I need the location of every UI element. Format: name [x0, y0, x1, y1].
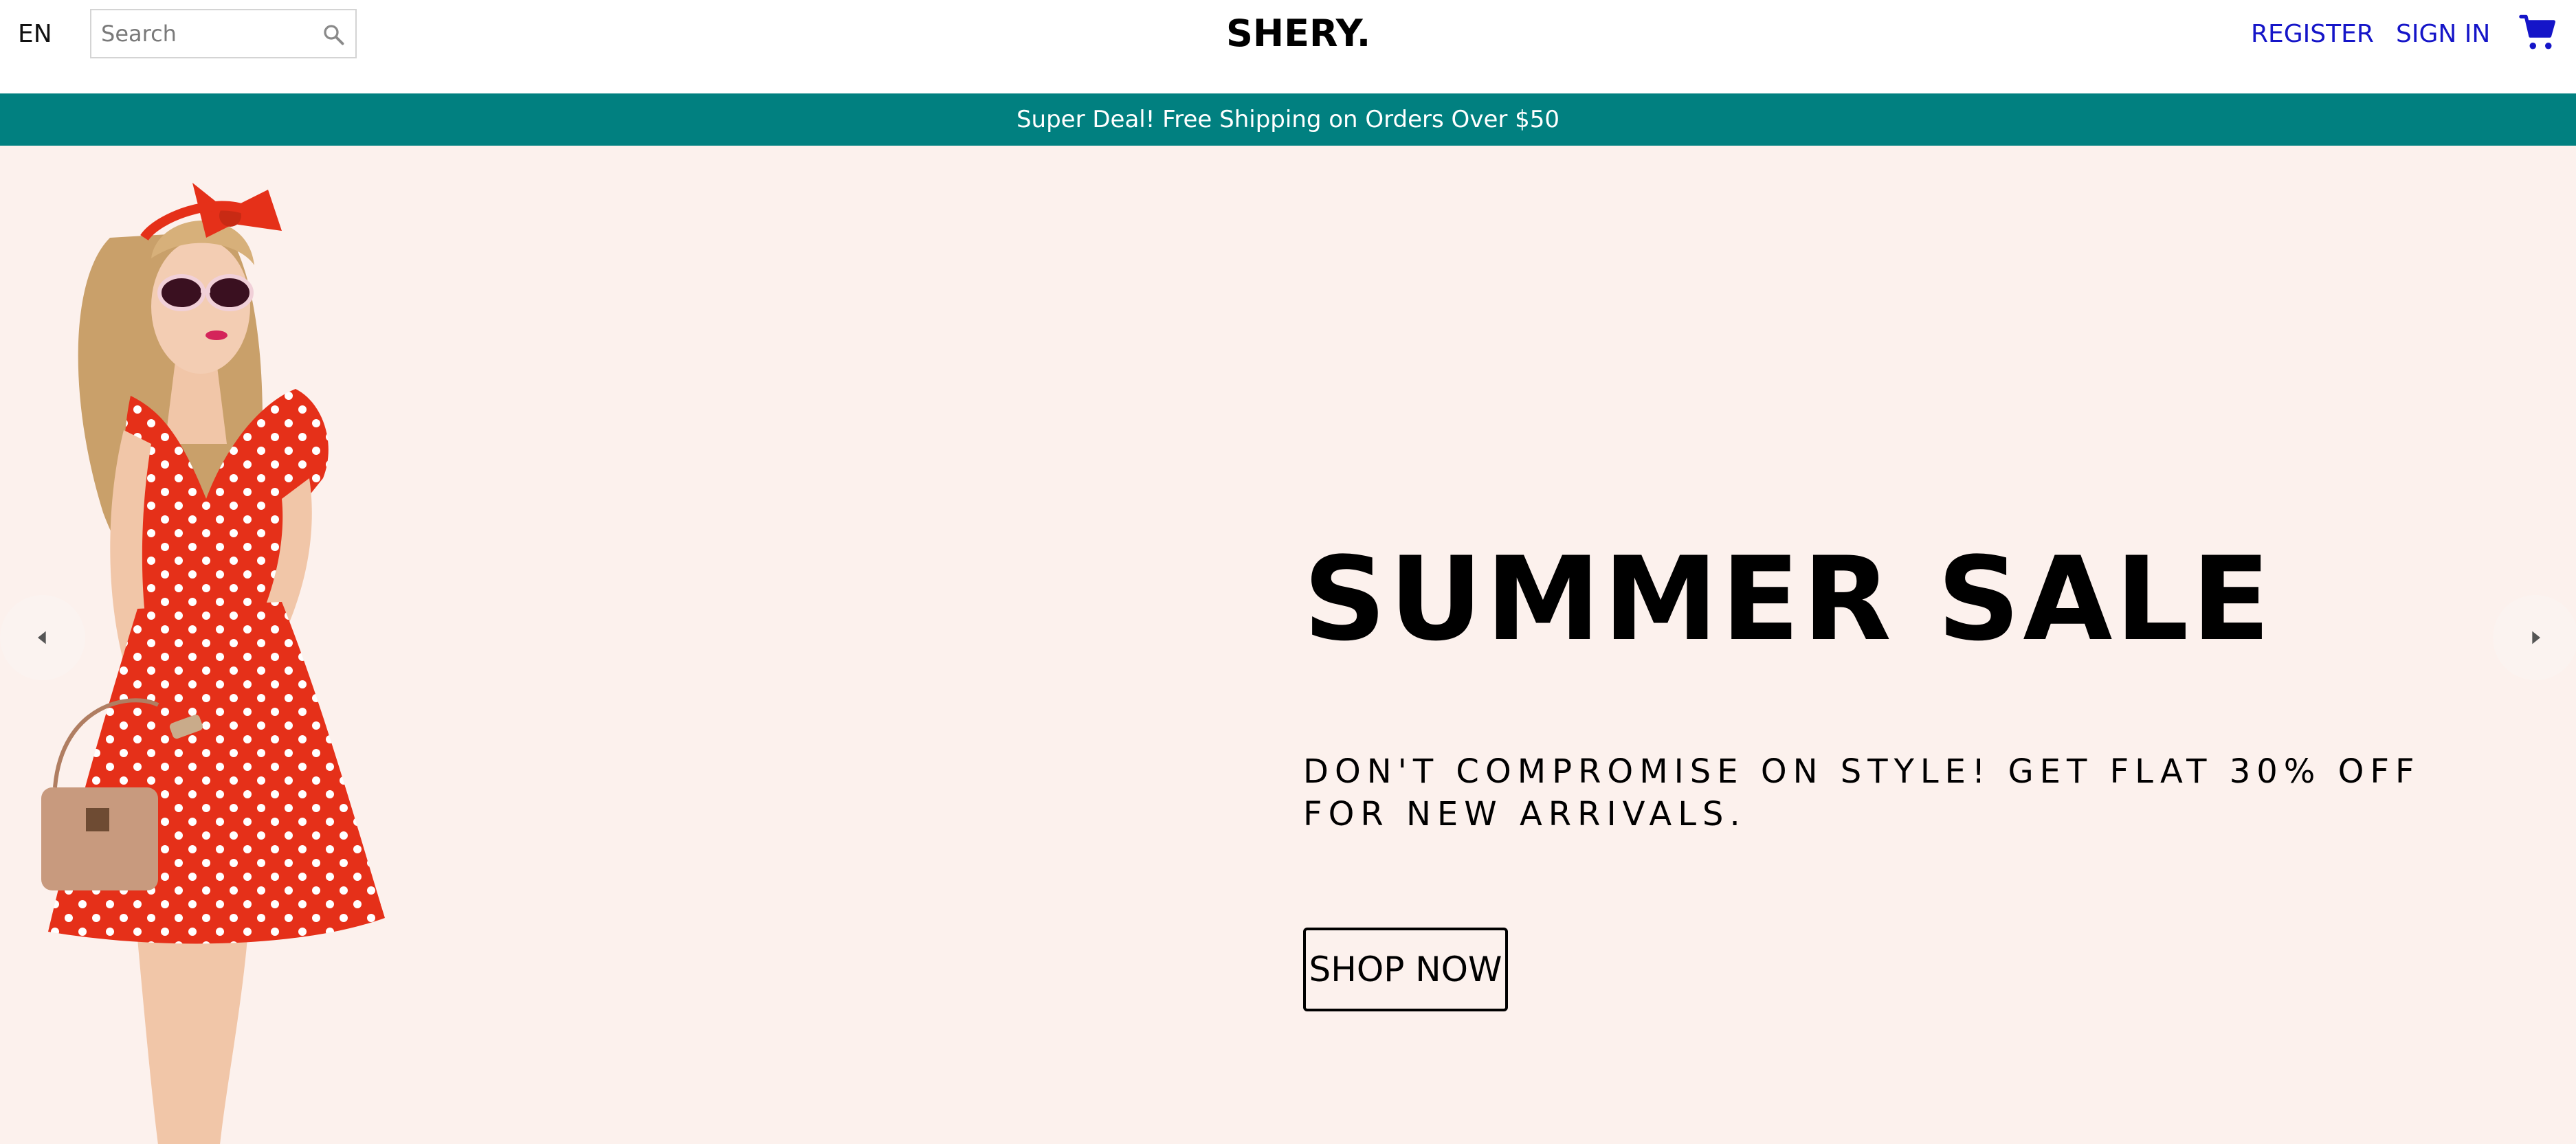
search-container: [90, 9, 357, 58]
hero-description: DON'T COMPROMISE ON STYLE! GET FLAT 30% …: [1303, 752, 2421, 833]
language-selector[interactable]: EN: [18, 19, 52, 49]
shop-now-button[interactable]: SHOP NOW: [1303, 928, 1508, 1011]
announcement-bar: Super Deal! Free Shipping on Orders Over…: [0, 93, 2576, 146]
announcement-text: Super Deal! Free Shipping on Orders Over…: [1016, 106, 1560, 133]
logo[interactable]: SHERY.: [1226, 10, 1370, 58]
prev-slide-button[interactable]: [0, 595, 85, 680]
search-icon[interactable]: [321, 22, 346, 47]
cart-icon[interactable]: [2518, 12, 2560, 54]
sign-in-link[interactable]: SIGN IN: [2396, 19, 2490, 49]
register-link[interactable]: REGISTER: [2251, 19, 2374, 49]
arrow-left-icon: [38, 631, 46, 644]
arrow-right-icon: [2532, 631, 2540, 644]
navbar: EN SHERY. REGISTER SIGN IN: [0, 0, 2576, 93]
hero-title: SUMMER SALE: [1303, 532, 2274, 666]
hero-slider: SUMMER SALE DON'T COMPROMISE ON STYLE! G…: [0, 146, 2576, 1144]
search-input[interactable]: [101, 10, 307, 57]
next-slide-button[interactable]: [2493, 595, 2576, 680]
